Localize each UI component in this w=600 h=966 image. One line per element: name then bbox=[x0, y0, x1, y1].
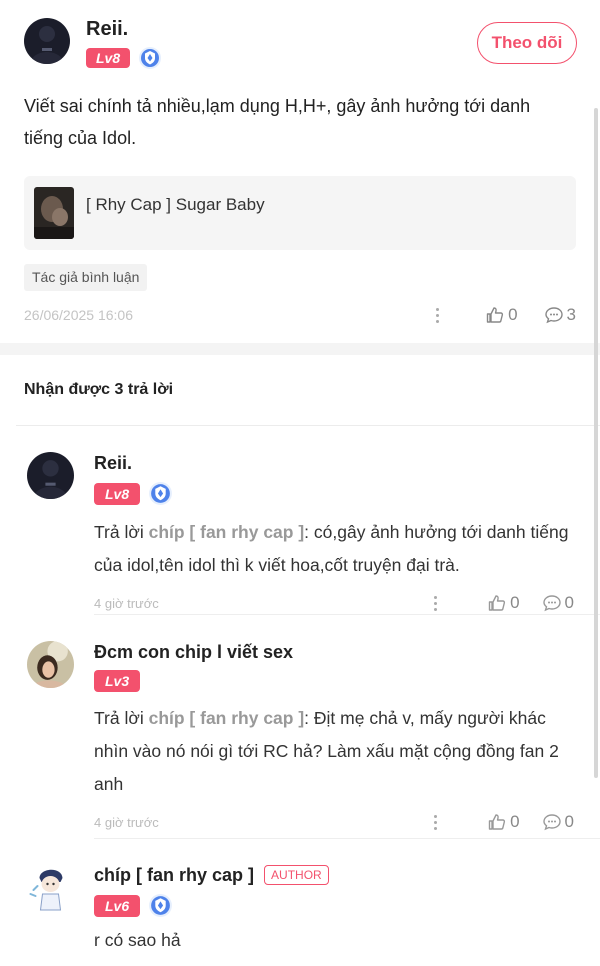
more-icon[interactable] bbox=[425, 812, 445, 832]
like-button[interactable]: 0 bbox=[487, 812, 520, 832]
reply-body: Reii. Lv8 Trả lời chíp [ fan rhy cap ]: … bbox=[94, 452, 574, 618]
thumbs-up-icon bbox=[486, 307, 504, 323]
main-post: Reii. Lv8 Theo dõi Viết sai chính tả nhi… bbox=[0, 0, 600, 343]
mention-link[interactable]: chíp [ fan rhy cap ] bbox=[149, 522, 305, 542]
avatar[interactable] bbox=[27, 864, 74, 911]
reply-meta: 4 giờ trước 0 0 bbox=[94, 807, 574, 837]
author-comment-tag: Tác giả bình luận bbox=[24, 264, 148, 291]
comment-button[interactable]: 0 bbox=[542, 593, 574, 613]
level-badge: Lv3 bbox=[94, 670, 141, 692]
badges: Lv3 bbox=[94, 670, 574, 692]
linked-story-card[interactable]: [ Rhy Cap ] Sugar Baby bbox=[24, 176, 576, 250]
shield-icon bbox=[139, 47, 162, 69]
like-count: 0 bbox=[510, 812, 520, 831]
level-badge: Lv8 bbox=[94, 482, 141, 505]
timestamp: 4 giờ trước bbox=[94, 595, 159, 611]
reply-username[interactable]: chíp [ fan rhy cap ] AUTHOR bbox=[94, 864, 574, 886]
badges: Lv6 bbox=[94, 893, 574, 918]
story-title: [ Rhy Cap ] Sugar Baby bbox=[86, 195, 265, 214]
comment-icon bbox=[544, 307, 563, 324]
avatar[interactable] bbox=[27, 641, 74, 688]
like-count: 0 bbox=[510, 593, 520, 612]
reply-body: Đcm con chip l viết sex Lv3 Trả lời chíp… bbox=[94, 641, 574, 837]
comment-button[interactable]: 3 bbox=[544, 305, 576, 325]
thumbs-up-icon bbox=[488, 595, 506, 611]
author-badge: AUTHOR bbox=[264, 865, 329, 885]
mention-link[interactable]: chíp [ fan rhy cap ] bbox=[149, 708, 305, 728]
more-icon[interactable] bbox=[425, 593, 445, 613]
comment-button[interactable]: 0 bbox=[542, 812, 574, 832]
like-button[interactable]: 0 bbox=[487, 593, 520, 613]
follow-button[interactable]: Theo dõi bbox=[477, 22, 577, 64]
thumbs-up-icon bbox=[488, 814, 506, 830]
comment-count: 3 bbox=[566, 305, 576, 324]
comment-icon bbox=[542, 814, 561, 831]
timestamp: 26/06/2025 16:06 bbox=[24, 307, 133, 323]
reply-username[interactable]: Reii. bbox=[94, 452, 574, 474]
divider bbox=[94, 614, 600, 615]
replies-header: Nhận được 3 trả lời bbox=[24, 381, 174, 398]
comment-icon bbox=[542, 595, 561, 612]
like-button[interactable]: 0 bbox=[485, 305, 518, 325]
like-count: 0 bbox=[508, 305, 518, 324]
level-badge: Lv8 bbox=[86, 48, 131, 68]
reply-text: Trả lời chíp [ fan rhy cap ]: có,gây ảnh… bbox=[94, 522, 569, 575]
comment-count: 0 bbox=[564, 593, 574, 612]
reply-body: chíp [ fan rhy cap ] AUTHOR Lv6 r có sao… bbox=[94, 864, 574, 957]
timestamp: 4 giờ trước bbox=[94, 814, 159, 830]
divider bbox=[94, 838, 600, 839]
reply-text: r có sao hả bbox=[94, 930, 181, 950]
avatar[interactable] bbox=[24, 18, 70, 64]
avatar[interactable] bbox=[27, 452, 74, 499]
level-badge: Lv6 bbox=[94, 894, 141, 917]
post-content: Viết sai chính tả nhiều,lạm dụng H,H+, g… bbox=[24, 96, 531, 148]
shield-icon bbox=[149, 482, 173, 505]
reply-username[interactable]: Đcm con chip l viết sex bbox=[94, 641, 574, 663]
more-icon[interactable] bbox=[427, 305, 447, 325]
section-divider bbox=[0, 343, 600, 355]
badges: Lv8 bbox=[94, 481, 574, 506]
story-thumbnail bbox=[34, 187, 74, 239]
divider bbox=[16, 425, 600, 426]
scrollbar[interactable] bbox=[594, 108, 598, 778]
reply-text: Trả lời chíp [ fan rhy cap ]: Địt mẹ chả… bbox=[94, 708, 559, 794]
comment-count: 0 bbox=[564, 812, 574, 831]
post-meta: 26/06/2025 16:06 0 3 bbox=[24, 300, 576, 330]
shield-icon bbox=[149, 894, 173, 917]
